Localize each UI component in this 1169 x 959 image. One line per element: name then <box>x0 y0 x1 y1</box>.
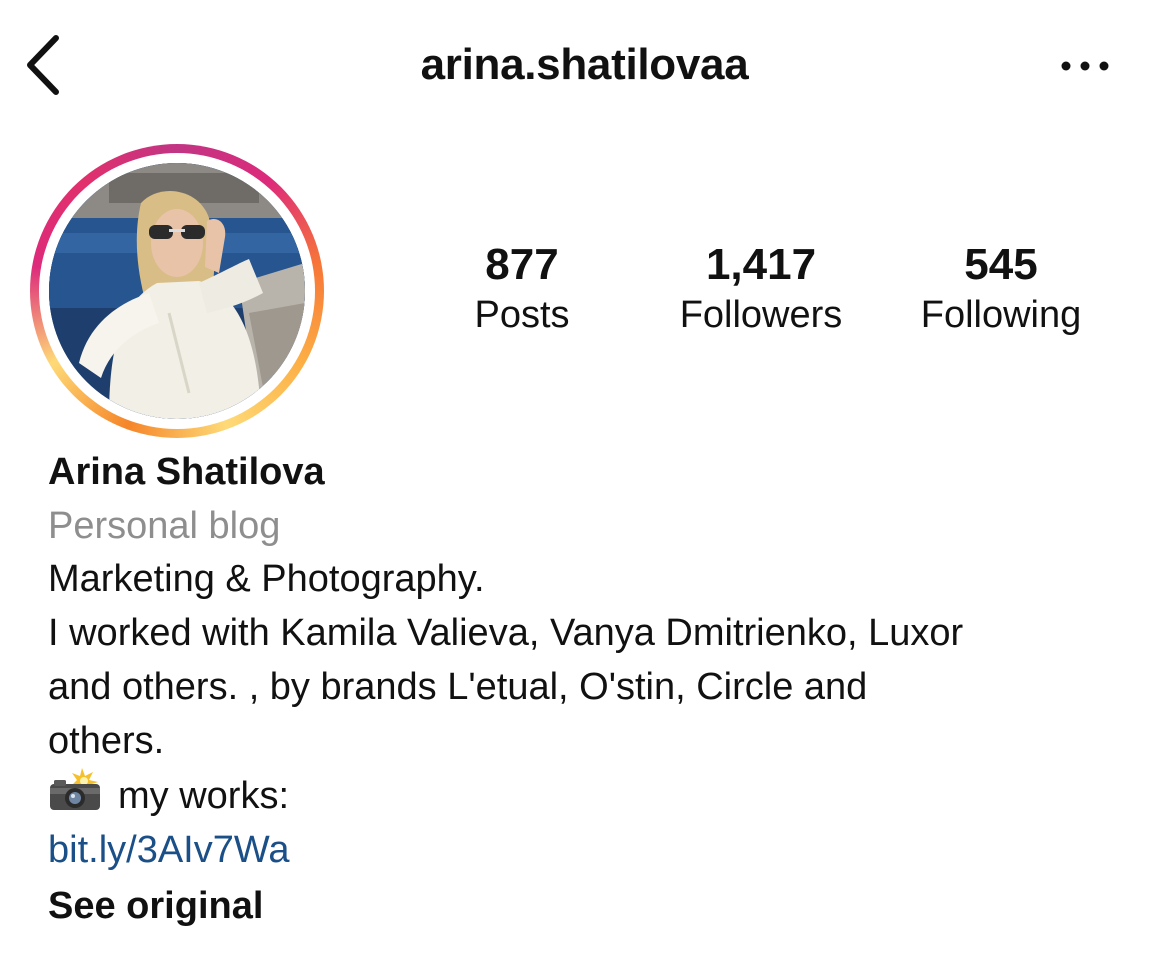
followers-count: 1,417 <box>705 240 817 289</box>
following-stat[interactable]: 545 Following <box>892 240 1110 340</box>
posts-count: 877 <box>485 240 559 289</box>
works-line: my works: <box>48 768 1138 823</box>
camera-flash-emoji-icon <box>48 768 104 812</box>
bio-link[interactable]: bit.ly/3AIv7Wa <box>48 823 289 877</box>
following-count: 545 <box>964 240 1038 289</box>
profile-category: Personal blog <box>48 505 281 547</box>
avatar[interactable] <box>49 163 305 419</box>
posts-label: Posts <box>474 294 570 336</box>
profile-header: arina.shatilovaa <box>0 0 1169 130</box>
profile-username: arina.shatilovaa <box>420 40 749 89</box>
story-ring[interactable] <box>30 144 324 438</box>
full-name: Arina Shatilova <box>48 451 325 493</box>
followers-label: Followers <box>679 294 843 336</box>
bio-text: Marketing & Photography. I worked with K… <box>48 558 964 762</box>
profile-bio: Arina Shatilova Personal blog Marketing … <box>48 448 1138 933</box>
more-horizontal-icon <box>1052 48 1122 84</box>
posts-stat[interactable]: 877 Posts <box>440 240 604 340</box>
see-original-button[interactable]: See original <box>48 879 263 933</box>
more-options-button[interactable] <box>1052 48 1122 84</box>
following-label: Following <box>920 294 1082 336</box>
followers-stat[interactable]: 1,417 Followers <box>650 240 872 340</box>
works-label: my works: <box>118 775 289 817</box>
